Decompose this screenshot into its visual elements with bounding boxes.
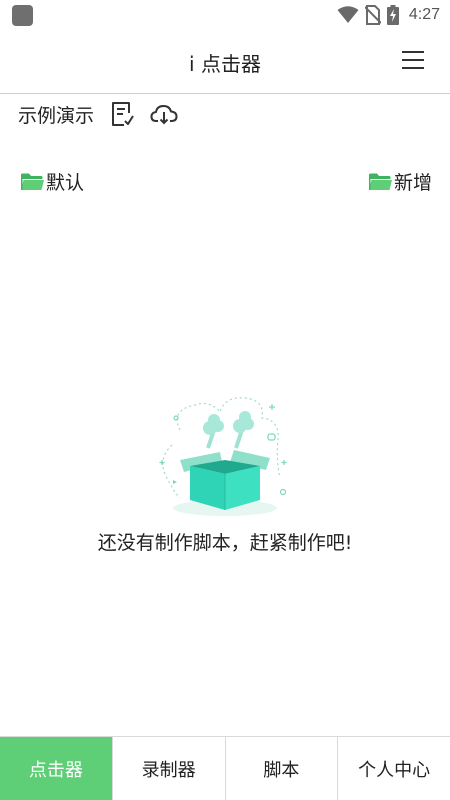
folder-icon <box>21 173 44 190</box>
folder-icon <box>368 173 392 190</box>
folder-default[interactable]: 默认 <box>20 168 84 195</box>
demo-toolbar: 示例演示 <box>18 98 178 130</box>
app-bar: i 点击器 <box>0 30 450 94</box>
empty-box-illustration <box>159 397 287 516</box>
tab-clicker[interactable]: 点击器 <box>0 737 112 800</box>
menu-icon-line <box>402 67 424 69</box>
cloud-download-button[interactable] <box>150 100 178 128</box>
status-bar: 4:27 <box>0 0 450 30</box>
menu-button[interactable] <box>402 48 428 72</box>
bottom-tab-bar: 点击器 录制器 脚本 个人中心 <box>0 736 450 800</box>
menu-icon-line <box>402 59 424 61</box>
tab-profile[interactable]: 个人中心 <box>337 737 450 800</box>
empty-message: 还没有制作脚本，赶紧制作吧! <box>97 532 353 554</box>
status-icons: 4:27 <box>337 4 440 26</box>
tab-scripts[interactable]: 脚本 <box>224 737 338 800</box>
status-time: 4:27 <box>408 6 440 23</box>
no-sim-icon <box>364 5 381 25</box>
menu-icon-line <box>402 51 424 53</box>
folder-new[interactable]: 新增 <box>368 168 432 195</box>
folder-default-label: 默认 <box>46 172 85 194</box>
wifi-icon <box>337 6 359 23</box>
folder-new-label: 新增 <box>393 172 432 194</box>
empty-state: 还没有制作脚本，赶紧制作吧! <box>0 390 450 555</box>
page-title: i 点击器 <box>189 52 261 76</box>
edit-script-button[interactable] <box>108 100 136 128</box>
document-edit-icon <box>112 102 134 126</box>
folder-row: 默认 新增 <box>18 168 432 196</box>
demo-label[interactable]: 示例演示 <box>18 101 94 128</box>
app-notification-icon <box>12 5 33 26</box>
tab-recorder[interactable]: 录制器 <box>111 737 225 800</box>
cloud-download-icon <box>150 105 178 125</box>
battery-charging-icon <box>386 5 399 25</box>
